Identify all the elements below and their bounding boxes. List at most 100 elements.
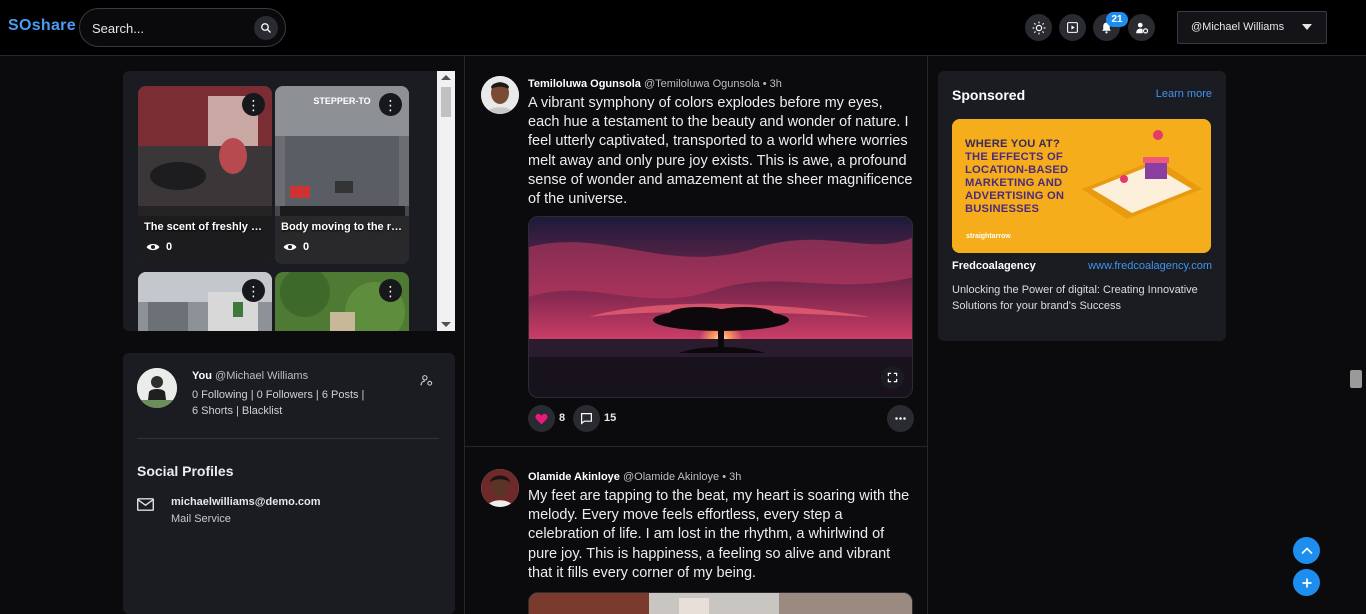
comment-count: 15 <box>604 412 617 424</box>
notification-count-badge: 21 <box>1106 12 1128 27</box>
search-icon <box>261 23 271 33</box>
like-button[interactable] <box>528 405 555 432</box>
ad-line: MARKETING AND <box>965 177 1063 189</box>
short-card[interactable]: ⋮ The scent of freshly baked... 0 <box>138 86 272 264</box>
scroll-to-top-button[interactable] <box>1293 537 1320 564</box>
post-time: • 3h <box>762 78 782 90</box>
short-card[interactable]: STEPPER-TO ⋮ Body moving to the rhythm..… <box>275 86 409 264</box>
more-horizontal-icon <box>895 417 906 420</box>
plus-icon <box>1302 578 1311 587</box>
ad-line: WHERE YOU AT? <box>965 138 1060 150</box>
expand-image-button[interactable] <box>881 366 904 389</box>
advertiser-name: Fredcoalagency <box>952 260 1036 272</box>
post-header: Temiloluwa Ogunsola @Temiloluwa Ogunsola… <box>528 78 782 90</box>
email-service-label: Mail Service <box>171 513 231 525</box>
ad-line: ADVERTISING ON <box>965 190 1065 202</box>
ad-line: THE EFFECTS OF <box>965 151 1063 163</box>
post-image[interactable] <box>528 216 913 398</box>
post-feed: Temiloluwa Ogunsola @Temiloluwa Ogunsola… <box>464 56 928 614</box>
theme-toggle-button[interactable] <box>1025 14 1052 41</box>
create-post-button[interactable] <box>1293 569 1320 596</box>
profile-stats-line2[interactable]: 6 Shorts | Blacklist <box>192 403 382 419</box>
profile-handle: @Michael Williams <box>215 370 309 382</box>
user-handle-label: @Michael Williams <box>1191 21 1285 33</box>
post-handle[interactable]: @Temiloluwa Ogunsola <box>644 78 760 90</box>
comment-icon <box>581 413 592 425</box>
user-gear-icon <box>420 375 433 386</box>
sponsored-heading: Sponsored <box>952 87 1026 103</box>
advertiser-url[interactable]: www.fredcoalagency.com <box>1088 260 1212 272</box>
post-card: Olamide Akinloye @Olamide Akinloye • 3h … <box>465 447 927 614</box>
shorts-grid: ⋮ The scent of freshly baked... 0 STEPPE… <box>123 71 455 331</box>
eye-icon <box>146 243 160 251</box>
more-options-button[interactable]: ⋮ <box>242 93 265 116</box>
profile-stats[interactable]: 0 Following | 0 Followers | 6 Posts | 6 … <box>192 387 382 419</box>
avatar[interactable] <box>137 368 177 408</box>
page-scrollbar-thumb[interactable] <box>1350 370 1362 388</box>
search-input[interactable] <box>92 18 242 38</box>
email-link[interactable]: michaelwilliams@demo.com <box>171 496 321 508</box>
short-title: The scent of freshly baked... <box>144 221 268 233</box>
scroll-thumb[interactable] <box>441 87 451 117</box>
avatar[interactable] <box>481 469 519 507</box>
ad-headline: WHERE YOU AT? THE EFFECTS OF LOCATION-BA… <box>965 138 1068 216</box>
ad-brand-logo: straightarrow <box>966 233 1011 240</box>
user-settings-button[interactable] <box>1128 14 1155 41</box>
post-image[interactable] <box>528 592 913 614</box>
short-views: 0 <box>146 241 172 253</box>
search-button[interactable] <box>254 16 278 40</box>
short-card[interactable]: ⋮ <box>138 272 272 331</box>
shorts-button[interactable] <box>1059 14 1086 41</box>
short-views: 0 <box>283 241 309 253</box>
user-dropdown[interactable]: @Michael Williams <box>1177 11 1327 44</box>
post-more-button[interactable] <box>887 405 914 432</box>
post-author[interactable]: Olamide Akinloye <box>528 471 620 483</box>
post-author[interactable]: Temiloluwa Ogunsola <box>528 78 641 90</box>
more-options-button[interactable]: ⋮ <box>379 93 402 116</box>
short-title: Body moving to the rhythm... <box>281 221 405 233</box>
comment-button[interactable] <box>573 405 600 432</box>
sponsored-card: Sponsored Learn more WHERE YOU AT? THE E… <box>938 71 1226 341</box>
profile-name: You @Michael Williams <box>192 370 308 382</box>
post-card: Temiloluwa Ogunsola @Temiloluwa Ogunsola… <box>465 56 927 446</box>
like-count: 8 <box>559 412 566 424</box>
short-card[interactable]: ⋮ <box>275 272 409 331</box>
heart-icon <box>535 413 548 424</box>
avatar[interactable] <box>481 76 519 114</box>
view-count: 0 <box>166 241 173 253</box>
search-box <box>79 8 286 47</box>
post-text: My feet are tapping to the beat, my hear… <box>528 488 910 581</box>
view-count: 0 <box>303 241 310 253</box>
chevron-up-icon <box>1300 546 1313 554</box>
sun-icon <box>1032 21 1045 34</box>
fullscreen-icon <box>887 372 898 383</box>
video-play-icon <box>1067 22 1078 33</box>
profile-stats-line1[interactable]: 0 Following | 0 Followers | 6 Posts | <box>192 387 382 403</box>
profile-card: You @Michael Williams 0 Following | 0 Fo… <box>123 353 455 614</box>
scroll-down-arrow[interactable] <box>441 322 451 327</box>
learn-more-link[interactable]: Learn more <box>1156 88 1212 100</box>
top-navbar: SOshare 21 @Michael Williams <box>0 0 1366 56</box>
more-options-button[interactable]: ⋮ <box>242 279 265 302</box>
edit-profile-button[interactable] <box>420 374 433 392</box>
eye-icon <box>283 243 297 251</box>
ad-line: BUSINESSES <box>965 203 1040 215</box>
ad-banner[interactable]: WHERE YOU AT? THE EFFECTS OF LOCATION-BA… <box>952 119 1211 253</box>
post-handle[interactable]: @Olamide Akinloye <box>623 471 719 483</box>
post-header: Olamide Akinloye @Olamide Akinloye • 3h <box>528 471 741 483</box>
post-text: A vibrant symphony of colors explodes be… <box>528 95 913 208</box>
shorts-scrollbar[interactable] <box>437 71 455 331</box>
scroll-up-arrow[interactable] <box>441 75 451 80</box>
svg-text:STEPPER-TO: STEPPER-TO <box>313 96 370 106</box>
ad-line: LOCATION-BASED <box>965 164 1069 176</box>
chevron-down-icon <box>1302 24 1312 30</box>
divider <box>137 438 439 439</box>
post-time: • 3h <box>722 471 742 483</box>
social-profiles-heading: Social Profiles <box>137 463 234 479</box>
ad-description: Unlocking the Power of digital: Creating… <box>952 284 1198 312</box>
profile-display-name: You <box>192 370 212 382</box>
mail-icon <box>137 498 154 516</box>
logo[interactable]: SOshare <box>8 17 76 35</box>
user-gear-icon <box>1135 22 1148 34</box>
more-options-button[interactable]: ⋮ <box>379 279 402 302</box>
